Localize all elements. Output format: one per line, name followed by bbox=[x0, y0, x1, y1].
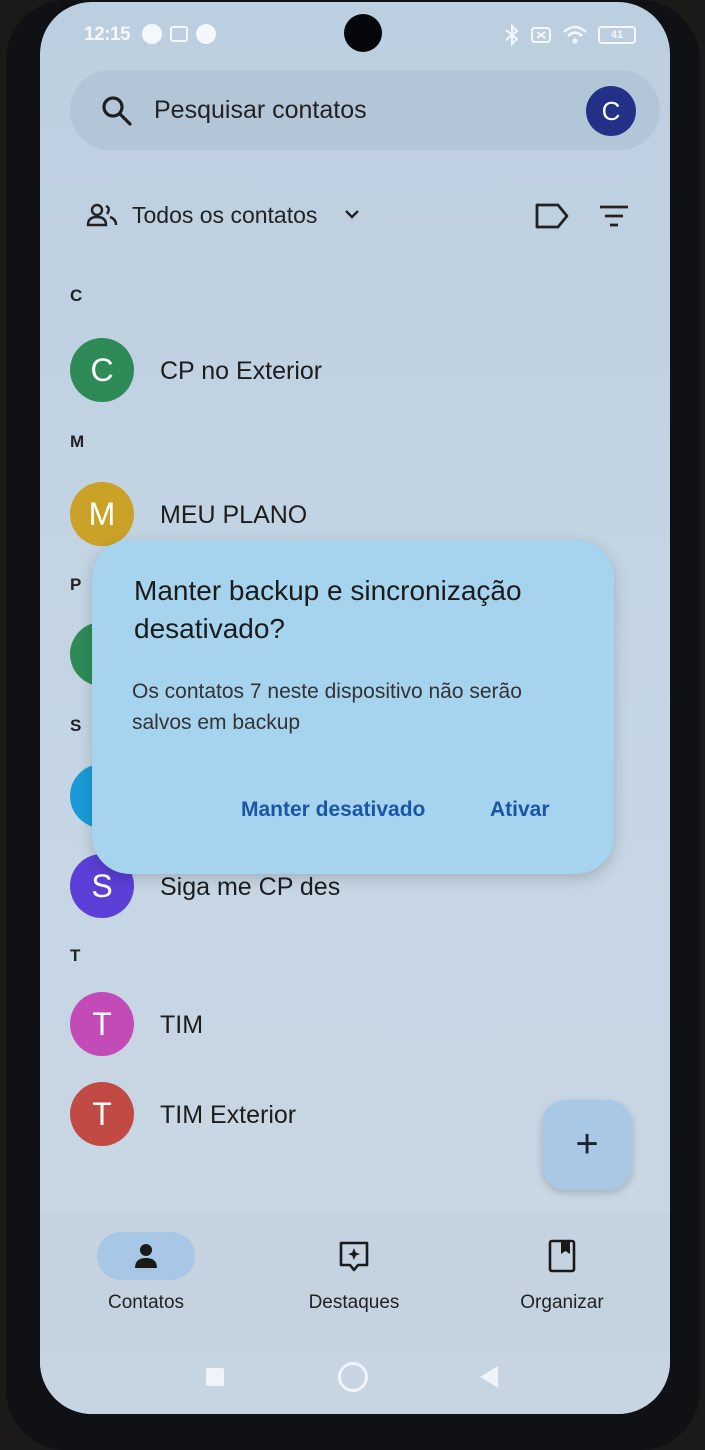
label-icon[interactable] bbox=[534, 202, 570, 230]
dialog-title: Manter backup e sincronização desativado… bbox=[134, 575, 522, 644]
organize-icon bbox=[548, 1239, 576, 1273]
nav-label: Organizar bbox=[520, 1292, 604, 1313]
contact-avatar: C bbox=[70, 338, 134, 402]
bluetooth-icon bbox=[505, 24, 519, 46]
section-header: C bbox=[70, 286, 83, 305]
filter-row: Todos os contatos bbox=[86, 198, 640, 238]
contact-row[interactable]: C CP no Exterior bbox=[70, 338, 630, 404]
sim-icon bbox=[531, 27, 551, 43]
backup-dialog: Manter backup e sincronização desativado… bbox=[92, 540, 614, 874]
sort-icon[interactable] bbox=[598, 204, 630, 228]
contact-avatar: T bbox=[70, 992, 134, 1056]
recents-button[interactable] bbox=[206, 1368, 224, 1386]
chevron-down-icon[interactable] bbox=[342, 204, 362, 224]
activate-button[interactable]: Ativar bbox=[490, 798, 550, 822]
person-icon bbox=[135, 1244, 157, 1268]
account-filter-dropdown[interactable]: Todos os contatos bbox=[132, 202, 317, 229]
gmail-icon bbox=[170, 26, 188, 42]
contact-row[interactable]: M MEU PLANO bbox=[70, 482, 630, 548]
nav-item-destaques[interactable]: Destaques bbox=[264, 1232, 444, 1314]
wifi-icon bbox=[563, 25, 587, 44]
search-input[interactable]: Pesquisar contatos bbox=[154, 96, 367, 125]
contact-name: MEU PLANO bbox=[160, 501, 308, 529]
contact-row[interactable]: T TIM bbox=[70, 992, 630, 1058]
contact-name: Siga me CP des bbox=[160, 873, 341, 901]
check-badge-icon bbox=[196, 24, 216, 44]
nav-pill bbox=[513, 1232, 611, 1280]
status-time: 12:15 bbox=[84, 24, 131, 45]
contact-avatar: M bbox=[70, 482, 134, 546]
section-header: S bbox=[70, 716, 82, 735]
battery-indicator: 41 bbox=[598, 26, 636, 44]
section-header: M bbox=[70, 432, 85, 451]
system-navigation-bar bbox=[40, 1352, 670, 1414]
home-button[interactable] bbox=[338, 1362, 368, 1392]
add-contact-button[interactable]: + bbox=[542, 1100, 632, 1190]
notification-dot-icon bbox=[142, 24, 162, 44]
search-icon bbox=[102, 96, 132, 126]
section-header: T bbox=[70, 946, 81, 965]
dialog-body: Os contatos 7 neste dispositivo não serã… bbox=[132, 680, 522, 734]
back-button[interactable] bbox=[480, 1366, 498, 1388]
search-bar[interactable]: Pesquisar contatos C bbox=[70, 70, 660, 150]
contact-name: TIM bbox=[160, 1011, 204, 1039]
section-header: P bbox=[70, 575, 82, 594]
highlights-icon bbox=[339, 1241, 369, 1272]
keep-disabled-button[interactable]: Manter desativado bbox=[241, 798, 425, 822]
nav-label: Destaques bbox=[308, 1292, 400, 1313]
notification-icons bbox=[142, 24, 216, 44]
nav-active-pill bbox=[97, 1232, 195, 1280]
contact-avatar: T bbox=[70, 1082, 134, 1146]
account-avatar[interactable]: C bbox=[586, 86, 636, 136]
nav-pill bbox=[305, 1232, 403, 1280]
contact-name: CP no Exterior bbox=[160, 357, 323, 385]
contact-name: TIM Exterior bbox=[160, 1101, 297, 1129]
nav-item-contatos[interactable]: Contatos bbox=[56, 1232, 236, 1314]
bottom-navigation: Contatos Destaques Organizar bbox=[40, 1212, 670, 1352]
front-camera bbox=[344, 14, 382, 52]
people-icon bbox=[86, 203, 118, 227]
system-icons: 41 bbox=[504, 24, 636, 46]
nav-label: Contatos bbox=[107, 1292, 185, 1313]
nav-item-organizar[interactable]: Organizar bbox=[472, 1232, 652, 1314]
